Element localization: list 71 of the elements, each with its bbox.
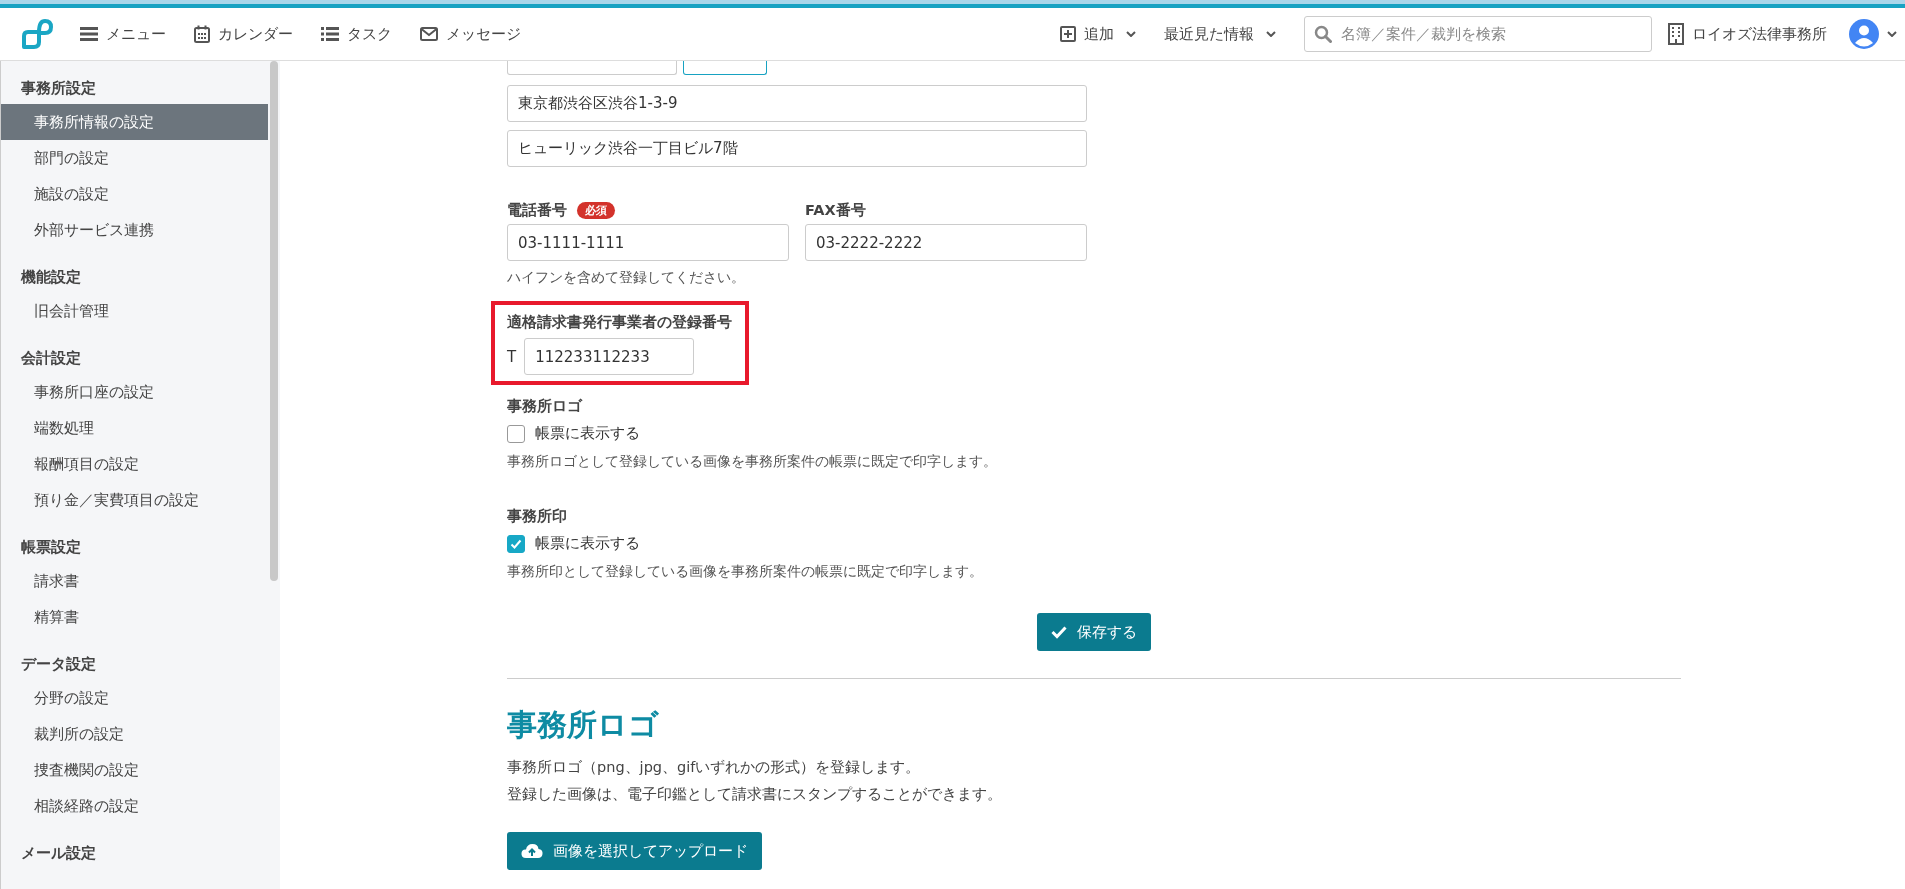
sidebar-heading: データ設定 <box>20 655 97 674</box>
hint-text: ハイフンを含めて登録してください。 <box>507 269 746 287</box>
sidebar-heading: 事務所設定 <box>20 79 97 98</box>
sidebar-item[interactable]: 施設の設定 <box>1 176 268 212</box>
description-text: 事務所ロゴとして登録している画像を事務所案件の帳票に既定で印字します。 <box>507 453 998 471</box>
plus-square-icon <box>1060 26 1076 42</box>
sidebar-item[interactable]: 旧会計管理 <box>1 293 268 329</box>
nav-link[interactable]: カレンダー <box>194 24 293 44</box>
sidebar-item[interactable]: 部門の設定 <box>1 140 268 176</box>
postal-code-field[interactable] <box>507 61 677 75</box>
sidebar-item[interactable]: 捜査機関の設定 <box>1 752 268 788</box>
scrollbar[interactable] <box>268 61 280 889</box>
address-field[interactable]: ヒューリック渋谷一丁目ビル7階 <box>507 130 1087 167</box>
sidebar-item[interactable]: 事務所情報の設定 <box>1 104 268 140</box>
phone-field[interactable]: 03-1111-1111 <box>507 224 789 261</box>
description-text: 事務所ロゴ（png、jpg、gifいずれかの形式）を登録します。 <box>507 758 921 777</box>
app-logo[interactable] <box>20 17 54 51</box>
chevron-down-icon <box>1266 31 1276 37</box>
registration-number-field[interactable]: 112233112233 <box>524 338 695 375</box>
field-label: FAX番号 <box>805 201 866 220</box>
address-search-button[interactable] <box>683 61 767 75</box>
envelope-icon <box>420 27 438 41</box>
nav-link[interactable]: メニュー <box>80 24 166 44</box>
cloud-upload-icon <box>521 843 543 859</box>
checkbox-option[interactable]: 帳票に表示する <box>507 424 640 443</box>
sidebar-item[interactable]: 預り金／実費項目の設定 <box>1 482 268 518</box>
sidebar-heading: 機能設定 <box>19 268 82 287</box>
sidebar-item[interactable]: 分野の設定 <box>1 680 268 716</box>
nav-link[interactable]: メッセージ <box>420 24 521 44</box>
sidebar-item[interactable]: 請求書 <box>1 563 268 599</box>
list-icon <box>321 26 339 42</box>
sidebar-item[interactable]: 相談経路の設定 <box>1 788 268 824</box>
field-label: 事務所印 <box>507 507 568 526</box>
checkbox[interactable] <box>507 424 525 443</box>
menu-icon <box>80 26 98 42</box>
description-text: 事務所印として登録している画像を事務所案件の帳票に既定で印字します。 <box>507 563 984 581</box>
address-field[interactable]: 東京都渋谷区渋谷1-3-9 <box>507 85 1087 122</box>
sidebar-item[interactable]: 端数処理 <box>1 410 268 446</box>
checkbox-option[interactable]: 帳票に表示する <box>507 534 640 553</box>
nav-link[interactable]: タスク <box>321 24 392 44</box>
add-menu[interactable]: 追加 <box>1060 24 1136 44</box>
sidebar-heading: 帳票設定 <box>20 538 82 557</box>
scrollbar-thumb[interactable] <box>270 61 278 581</box>
description-text: 登録した画像は、電子印鑑として請求書にスタンプすることができます。 <box>507 785 1002 804</box>
sidebar-item[interactable]: 裁判所の設定 <box>1 716 268 752</box>
chevron-down-icon <box>1887 31 1897 37</box>
chevron-down-icon <box>1126 31 1136 37</box>
avatar-icon <box>1849 19 1879 49</box>
sidebar-item[interactable]: 外部サービス連携 <box>1 212 268 248</box>
recent-menu[interactable]: 最近見た情報 <box>1164 24 1276 44</box>
sidebar-heading: 会計設定 <box>20 349 82 368</box>
office-menu[interactable]: ロイオズ法律事務所 <box>1668 23 1827 45</box>
sidebar-item[interactable]: 報酬項目の設定 <box>1 446 268 482</box>
section-heading: 事務所ロゴ <box>507 706 659 744</box>
sidebar-item[interactable]: 事務所口座の設定 <box>1 374 268 410</box>
sidebar-heading: メール設定 <box>20 844 97 863</box>
fax-field[interactable]: 03-2222-2222 <box>805 224 1087 261</box>
field-label: 適格請求書発行事業者の登録番号 <box>507 313 733 332</box>
prefix-text: T <box>507 347 517 366</box>
building-icon <box>1668 23 1684 45</box>
checkbox[interactable] <box>507 534 525 553</box>
sidebar-item[interactable]: 精算書 <box>1 599 268 635</box>
check-icon <box>1051 625 1067 639</box>
upload-button[interactable]: 画像を選択してアップロード <box>507 832 762 870</box>
search-field[interactable]: 名簿／案件／裁判を検索 <box>1304 16 1652 52</box>
required-badge: 必須 <box>577 202 615 219</box>
field-label: 事務所ロゴ <box>507 397 584 416</box>
user-menu[interactable] <box>1849 19 1897 49</box>
save-button[interactable]: 保存する <box>1037 613 1151 651</box>
calendar-icon <box>194 25 210 43</box>
field-label: 電話番号 <box>507 201 567 220</box>
